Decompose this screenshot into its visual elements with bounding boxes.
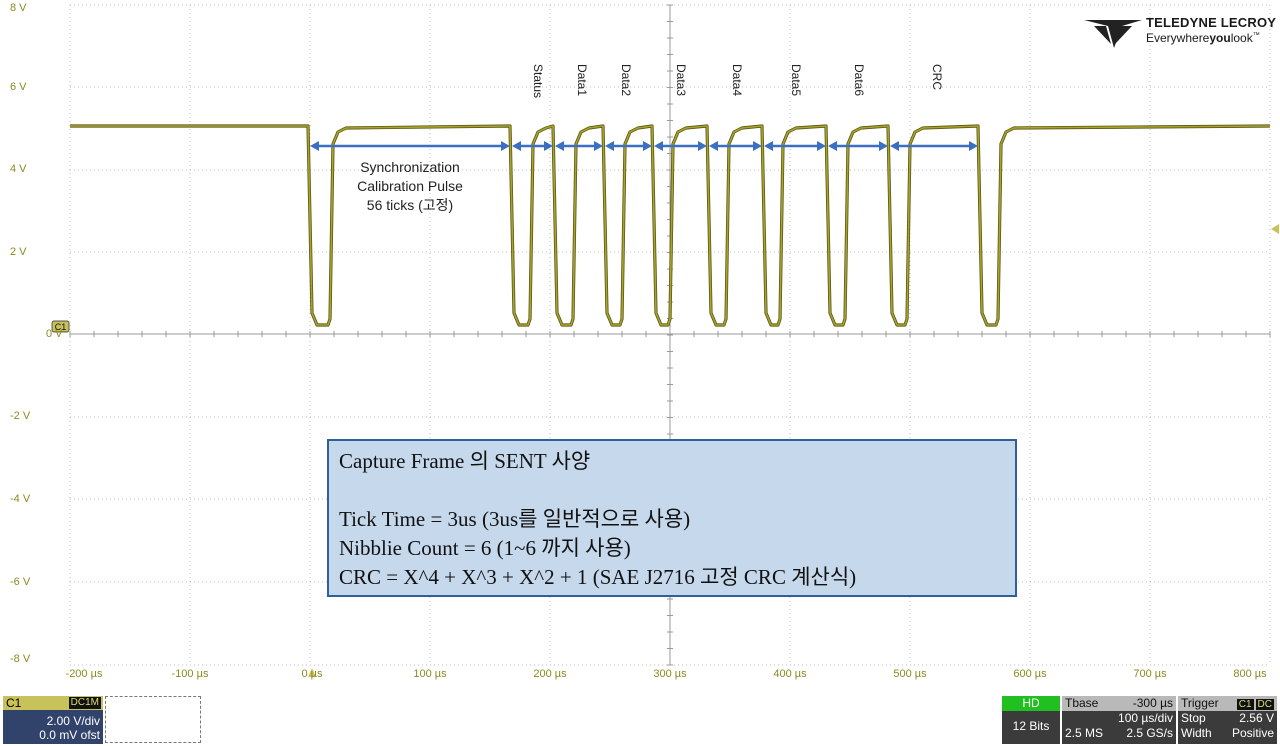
annotation-line: 56 ticks (고정) [366,197,454,213]
x-tick-label: 0 µs [301,668,323,680]
sent-spec-info-box: Capture Frame 의 SENT 사양 Tick Time = 3us … [327,439,1017,597]
arrow-head-right [969,141,978,151]
x-tick-label: 400 µs [773,668,807,680]
y-tick-label: 2 V [10,246,27,258]
oscilloscope-screen: C1 [51,4,1279,677]
trigger-source-badge: C1 [1236,699,1254,710]
arrow-head-right [879,141,888,151]
sync-pulse-annotation: Synchronization Calibration Pulse 56 tic… [340,158,480,215]
timebase-descriptor[interactable]: Tbase -300 µs 100 µs/div 2.5 MS 2.5 GS/s [1062,696,1176,744]
trigger-coupling-badge: DC [1255,699,1274,710]
arrow-head-right [594,141,603,151]
trigger-title: Trigger [1181,696,1219,710]
time-per-div: 100 µs/div [1118,711,1173,725]
hd-mode-label: HD [1002,696,1060,711]
arrow-head-left [512,141,521,151]
y-tick-label: -6 V [10,576,31,588]
annotation-line: Synchronization [360,159,460,175]
trigger-mode: Stop [1181,711,1206,725]
x-tick-label: 800 µs [1233,668,1267,680]
segment-label-data3: Data3 [674,64,688,97]
segment-label-status: Status [531,64,545,99]
y-tick-label: 8 V [10,2,27,14]
y-tick-label: 4 V [10,163,27,175]
arrow-head-left [555,141,564,151]
channel-name: C1 [6,696,22,710]
x-tick-label: 500 µs [893,668,927,680]
x-tick-label: 300 µs [653,668,687,680]
x-tick-label: 100 µs [413,668,447,680]
arrow-head-left [828,141,837,151]
segment-label-data2: Data2 [619,64,633,97]
trigger-descriptor[interactable]: Trigger C1 DC Stop 2.56 V Width Positive [1178,696,1277,744]
acquisition-descriptor[interactable]: HD 12 Bits [1002,696,1060,744]
volts-per-div: 2.00 V/div [46,714,100,728]
arrow-head-right [753,141,762,151]
x-tick-label: -100 µs [171,668,209,680]
trigger-type: Width [1181,726,1212,740]
timebase-title: Tbase [1065,696,1099,710]
x-tick-label: 700 µs [1133,668,1167,680]
channel-offset: 0.0 mV ofst [39,728,100,742]
coupling-badge: DC1M [68,697,101,709]
arrow-head-left [709,141,718,151]
segment-label-crc: CRC [930,64,944,90]
trigger-level: 2.56 V [1239,711,1274,725]
y-tick-label: -2 V [10,410,31,422]
segment-label-data6: Data6 [852,64,866,97]
info-tick-time: Tick Time = 3us (3us를 일반적으로 사용) [339,507,691,531]
info-title: Capture Frame 의 SENT 사양 [339,449,591,473]
segment-label-data1: Data1 [575,64,589,97]
segment-label-data5: Data5 [789,64,803,97]
y-tick-label: -4 V [10,493,31,505]
trigger-slope: Positive [1231,726,1274,740]
y-tick-label: 6 V [10,81,27,93]
empty-descriptor-slot[interactable] [105,696,201,743]
arrow-head-right [643,141,652,151]
channel-1-descriptor[interactable]: C1 DC1M 2.00 V/div 0.0 mV ofst [3,696,103,744]
info-nibble-count: Nibblie Count = 6 (1~6 까지 사용) [339,536,631,560]
arrow-head-left [764,141,773,151]
arrow-head-left [890,141,899,151]
info-crc: CRC = X^4 + X^3 + X^2 + 1 (SAE J2716 고정 … [339,565,857,589]
x-tick-label: 200 µs [533,668,567,680]
x-tick-label: -200 µs [65,668,103,680]
brand-tagline: Everywhereyoulook™ [1146,31,1260,45]
y-tick-label: 0 V [46,328,63,340]
trigger-level-marker[interactable] [1271,224,1279,234]
y-tick-label: -8 V [10,653,31,665]
segment-arrows [310,141,978,151]
arrow-head-right [544,141,553,151]
arrow-head-right [501,141,510,151]
timebase-delay: -300 µs [1132,696,1173,710]
arrow-head-left [310,141,319,151]
annotation-line: Calibration Pulse [357,178,463,194]
teledyne-logo-icon [1084,20,1142,48]
arrow-head-right [698,141,707,151]
arrow-head-left [654,141,663,151]
brand-name: TELEDYNE LECROY [1146,15,1277,30]
x-tick-label: 600 µs [1013,668,1047,680]
segment-label-data4: Data4 [730,64,744,97]
arrow-head-left [605,141,614,151]
sample-count: 2.5 MS [1065,726,1104,740]
arrow-head-right [817,141,826,151]
bit-resolution: 12 Bits [1012,719,1050,733]
sample-rate: 2.5 GS/s [1126,726,1173,740]
